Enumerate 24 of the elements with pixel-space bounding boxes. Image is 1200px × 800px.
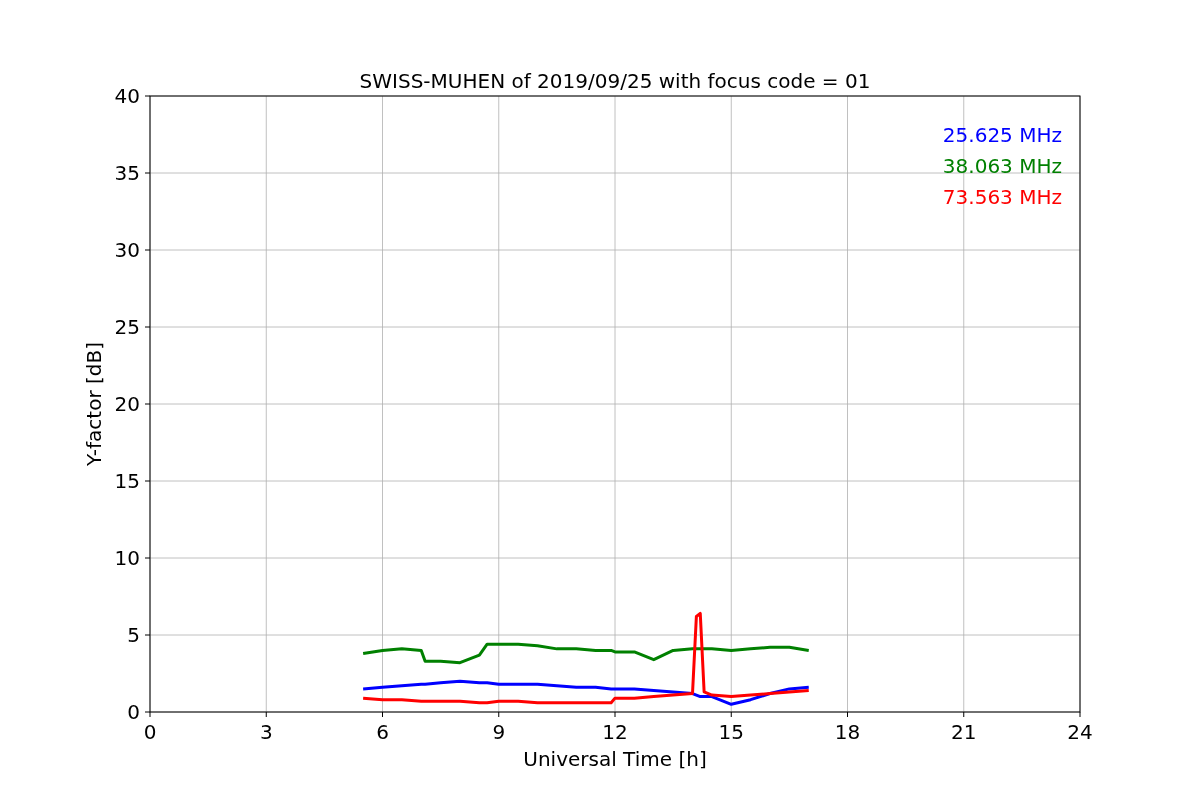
y-tick-label: 0 bbox=[127, 700, 140, 724]
x-axis-label: Universal Time [h] bbox=[523, 747, 707, 771]
x-tick-label: 24 bbox=[1067, 720, 1093, 744]
y-tick-label: 35 bbox=[114, 161, 140, 185]
x-tick-label: 21 bbox=[951, 720, 977, 744]
x-tick-label: 18 bbox=[834, 720, 861, 744]
y-tick-label: 10 bbox=[114, 546, 140, 570]
x-tick-label: 9 bbox=[492, 720, 506, 744]
chart-title: SWISS-MUHEN of 2019/09/25 with focus code = 01 bbox=[359, 69, 871, 93]
x-tick-label: 12 bbox=[602, 720, 628, 744]
x-tick-label: 15 bbox=[718, 720, 744, 744]
y-tick-label: 5 bbox=[127, 623, 140, 647]
y-tick-label: 25 bbox=[114, 315, 140, 339]
legend-label: 25.625 MHz bbox=[942, 123, 1062, 147]
y-tick-label: 30 bbox=[114, 238, 140, 262]
y-tick-label: 20 bbox=[114, 392, 140, 416]
legend-label: 38.063 MHz bbox=[942, 154, 1062, 178]
y-tick-label: 15 bbox=[114, 469, 140, 493]
x-tick-label: 3 bbox=[259, 720, 273, 744]
y-axis-label: Y-factor [dB] bbox=[82, 342, 106, 466]
legend-label: 73.563 MHz bbox=[942, 185, 1062, 209]
x-tick-label: 6 bbox=[376, 720, 389, 744]
x-tick-label: 0 bbox=[143, 720, 157, 744]
y-tick-label: 40 bbox=[114, 84, 140, 108]
